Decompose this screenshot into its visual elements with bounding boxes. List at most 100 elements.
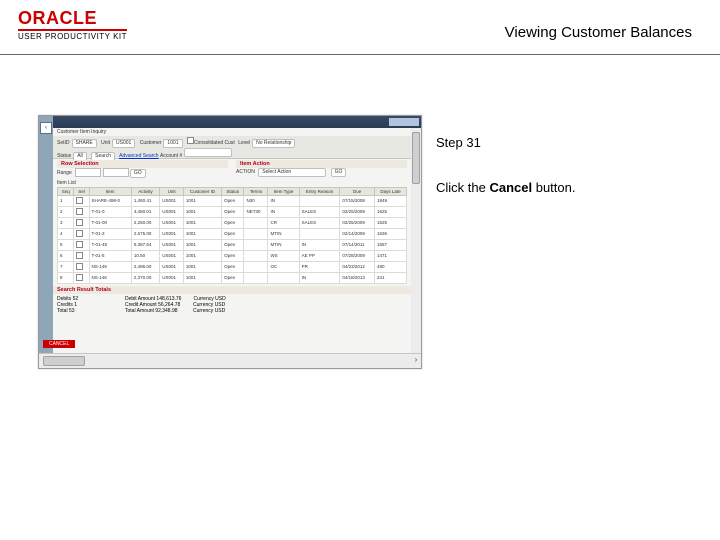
table-row[interactable]: 3T-01-002,250.00US0011001OpenCRSALES02/2… — [58, 217, 407, 228]
sidebar-button[interactable]: ‹ — [40, 122, 52, 134]
table-cell — [244, 261, 268, 272]
range-go-button[interactable]: GO — [130, 169, 146, 178]
row-checkbox[interactable] — [76, 219, 83, 226]
row-checkbox[interactable] — [76, 208, 83, 215]
table-cell: T-01-3 — [89, 228, 131, 239]
table-cell — [74, 217, 89, 228]
table-cell: IN — [268, 195, 299, 206]
scroll-right-icon[interactable]: › — [411, 355, 421, 365]
col-header[interactable]: Due — [340, 187, 375, 195]
table-cell — [74, 272, 89, 283]
table-cell: 04/18/2013 — [340, 272, 375, 283]
table-row[interactable]: 8NS-1482,370.00US0011001OpenIN04/18/2013… — [58, 272, 407, 283]
window-title: Customer Item Inquiry — [53, 128, 411, 136]
hscroll-thumb[interactable] — [43, 356, 85, 366]
level-field[interactable]: No Relationship — [252, 139, 295, 148]
setid-field[interactable]: SHARE — [72, 139, 97, 148]
table-cell — [74, 195, 89, 206]
consolidated-checkbox[interactable] — [187, 137, 194, 144]
upk-label: USER PRODUCTIVITY KIT — [18, 29, 127, 41]
table-cell: 1001 — [183, 195, 221, 206]
table-cell: CR — [268, 217, 299, 228]
action-select[interactable]: Select Action — [258, 168, 326, 177]
table-header-row: SeqSelItemActivityUnitCustomer IDStatusT… — [58, 187, 407, 195]
vertical-scrollbar[interactable] — [410, 128, 421, 354]
level-label: Level — [238, 138, 250, 148]
table-row[interactable]: 2T-01-04,450.01US0011001OpenNET30INSALES… — [58, 206, 407, 217]
table-cell: 4,450.01 — [131, 206, 159, 217]
col-header[interactable]: Unit — [160, 187, 184, 195]
table-cell: 1001 — [183, 206, 221, 217]
customer-label: Customer — [140, 138, 162, 148]
col-header[interactable]: Status — [222, 187, 244, 195]
col-header[interactable]: Sel — [74, 187, 89, 195]
instruction-text: Click the Cancel button. — [436, 180, 575, 195]
table-cell: PR — [299, 261, 340, 272]
table-cell — [244, 228, 268, 239]
table-cell: 2,486.00 — [131, 261, 159, 272]
table-cell: Open — [222, 261, 244, 272]
table-cell: 1001 — [183, 239, 221, 250]
table-cell — [74, 239, 89, 250]
item-table: SeqSelItemActivityUnitCustomer IDStatusT… — [57, 187, 407, 284]
instruction-suffix: button. — [532, 180, 575, 195]
col-header[interactable]: Item — [89, 187, 131, 195]
table-cell: 02/25/2009 — [340, 206, 375, 217]
col-header[interactable]: Days Late — [375, 187, 407, 195]
table-row[interactable]: 6T-01-510.50US0011001OpenWSAE PP07/28/20… — [58, 250, 407, 261]
instruction-bold: Cancel — [489, 180, 532, 195]
left-sidebar: ‹ — [39, 116, 53, 368]
table-cell — [244, 250, 268, 261]
window-titlebar — [39, 116, 421, 128]
account-field[interactable] — [184, 148, 232, 157]
row-checkbox[interactable] — [76, 252, 83, 259]
screenshot-frame: ‹ Customer Item Inquiry SetIDSHARE UnitU… — [38, 115, 422, 369]
customer-field[interactable]: 1001 — [163, 139, 182, 148]
row-checkbox[interactable] — [76, 263, 83, 270]
cancel-button[interactable]: CANCEL — [43, 340, 75, 348]
unit-field[interactable]: US001 — [112, 139, 135, 148]
col-header[interactable]: Activity — [131, 187, 159, 195]
item-list-label: Item List — [53, 179, 411, 187]
table-cell: 8 — [58, 272, 74, 283]
table-row[interactable]: 7NS-1492,486.00US0011001OpenOCPR04/23/20… — [58, 261, 407, 272]
table-cell: SHARE-498-0 — [89, 195, 131, 206]
range-to[interactable] — [103, 168, 129, 177]
table-cell: 07/15/2008 — [340, 195, 375, 206]
action-go-button[interactable]: GO — [331, 168, 347, 177]
table-cell: US001 — [160, 195, 184, 206]
table-row[interactable]: 4T-01-32,675.00US0011001OpenMTIN02/14/20… — [58, 228, 407, 239]
col-header[interactable]: Item Type — [268, 187, 299, 195]
col-header[interactable]: Terms — [244, 187, 268, 195]
horizontal-scrollbar[interactable]: ‹ › — [39, 353, 421, 368]
table-cell: NET30 — [244, 206, 268, 217]
step-label: Step 31 — [436, 135, 575, 150]
table-cell: 480 — [375, 261, 407, 272]
table-cell: US001 — [160, 239, 184, 250]
table-cell: N30 — [244, 195, 268, 206]
table-cell: OC — [268, 261, 299, 272]
brand-block: ORACLE USER PRODUCTIVITY KIT — [18, 8, 127, 42]
table-row[interactable]: 1SHARE-498-01,450.41US0011001OpenN30IN07… — [58, 195, 407, 206]
range-from[interactable] — [75, 168, 101, 177]
table-cell: Open — [222, 239, 244, 250]
table-cell — [299, 195, 340, 206]
table-cell: Open — [222, 195, 244, 206]
table-cell — [74, 250, 89, 261]
table-cell: Open — [222, 206, 244, 217]
item-action-band: Item Action — [236, 160, 407, 168]
table-cell: 1471 — [375, 250, 407, 261]
row-checkbox[interactable] — [76, 197, 83, 204]
row-checkbox[interactable] — [76, 274, 83, 281]
scroll-thumb[interactable] — [412, 132, 420, 184]
consolidated-label: Consolidated Cust — [194, 138, 235, 148]
table-cell — [244, 239, 268, 250]
table-row[interactable]: 5T-01-489,387.54US0011001OpenMTININ07/14… — [58, 239, 407, 250]
table-cell: 04/23/2012 — [340, 261, 375, 272]
tot-r3-c: Currency USD — [193, 308, 249, 314]
col-header[interactable]: Customer ID — [183, 187, 221, 195]
col-header[interactable]: Seq — [58, 187, 74, 195]
row-checkbox[interactable] — [76, 230, 83, 237]
row-checkbox[interactable] — [76, 241, 83, 248]
col-header[interactable]: Entry Reason — [299, 187, 340, 195]
